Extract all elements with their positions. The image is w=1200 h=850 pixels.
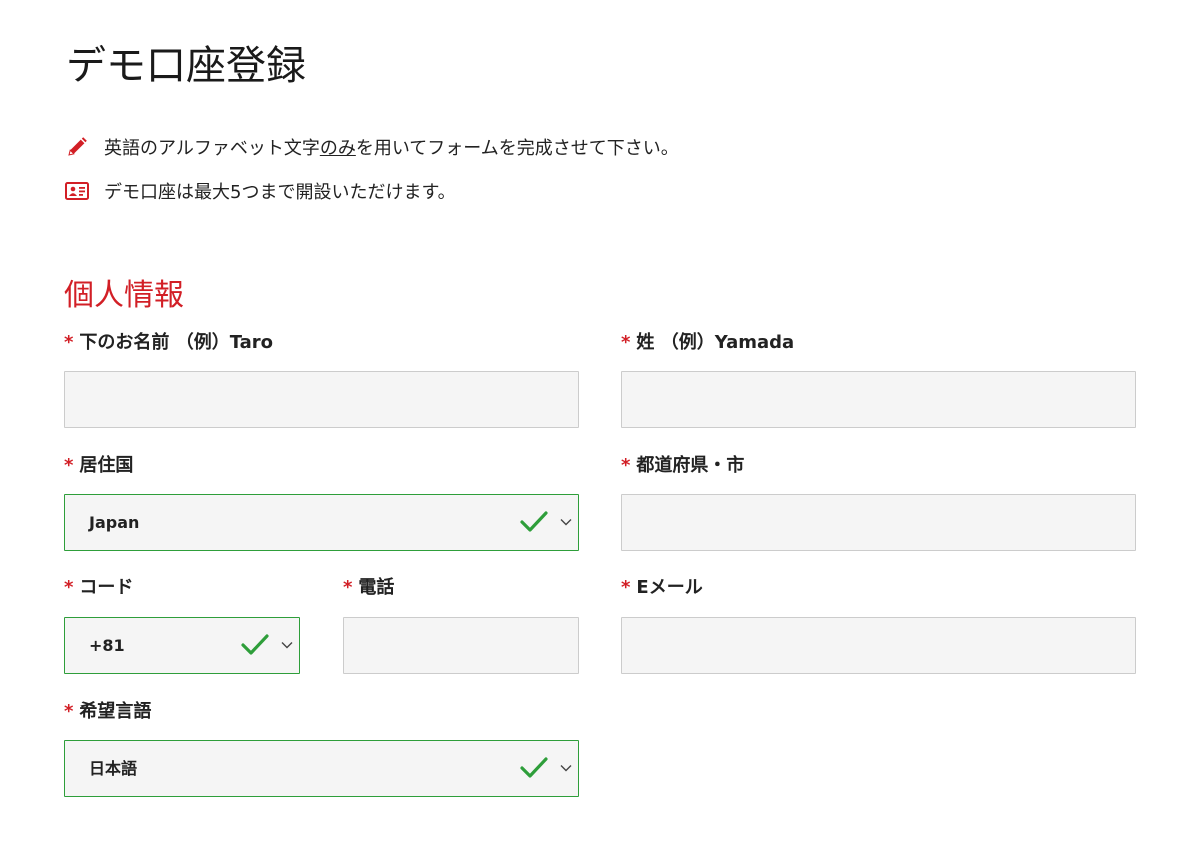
country-label: * 居住国 (64, 455, 134, 476)
instruction-note-alphabet: 英語のアルファベット文字のみを用いてフォームを完成させて下さい。 (64, 134, 679, 160)
chevron-down-icon (560, 765, 572, 772)
preferred-language-label: * 希望言語 (64, 701, 152, 722)
required-marker: * (621, 577, 631, 598)
page-title: デモ口座登録 (66, 43, 306, 89)
required-marker: * (343, 577, 353, 598)
country-code-label: * コード (64, 577, 134, 598)
preferred-language-value: 日本語 (89, 759, 138, 778)
email-label: * Eメール (621, 577, 703, 598)
country-code-value: +81 (89, 636, 125, 655)
first-name-label: * 下のお名前 （例）Taro (64, 332, 274, 353)
email-input[interactable] (621, 617, 1136, 674)
last-name-input[interactable] (621, 371, 1136, 428)
required-marker: * (64, 577, 74, 598)
country-select-value: Japan (89, 513, 140, 532)
required-marker: * (621, 455, 631, 476)
preferred-language-select[interactable]: 日本語 (64, 740, 579, 797)
chevron-down-icon (560, 519, 572, 526)
last-name-label: * 姓 （例）Yamada (621, 332, 795, 353)
phone-label: * 電話 (343, 577, 395, 598)
first-name-input[interactable] (64, 371, 579, 428)
phone-input[interactable] (343, 617, 579, 674)
country-code-select[interactable]: +81 (64, 617, 300, 674)
country-select[interactable]: Japan (64, 494, 579, 551)
section-title-personal-info: 個人情報 (64, 278, 184, 313)
required-marker: * (64, 455, 74, 476)
required-marker: * (64, 332, 74, 353)
chevron-down-icon (281, 642, 293, 649)
city-input[interactable] (621, 494, 1136, 551)
valid-check-icon (520, 511, 548, 532)
pencil-icon (64, 134, 90, 160)
instruction-emphasis: のみ (319, 138, 356, 159)
id-card-icon (64, 178, 90, 204)
valid-check-icon (241, 634, 269, 655)
instruction-text: 英語のアルファベット文字のみを用いてフォームを完成させて下さい。 (104, 138, 679, 159)
required-marker: * (64, 701, 74, 722)
city-label: * 都道府県・市 (621, 455, 745, 476)
instruction-note-demo-limit: デモ口座は最大5つまで開設いただけます。 (64, 178, 456, 204)
required-marker: * (621, 332, 631, 353)
valid-check-icon (520, 757, 548, 778)
instruction-text: デモ口座は最大5つまで開設いただけます。 (104, 182, 456, 203)
